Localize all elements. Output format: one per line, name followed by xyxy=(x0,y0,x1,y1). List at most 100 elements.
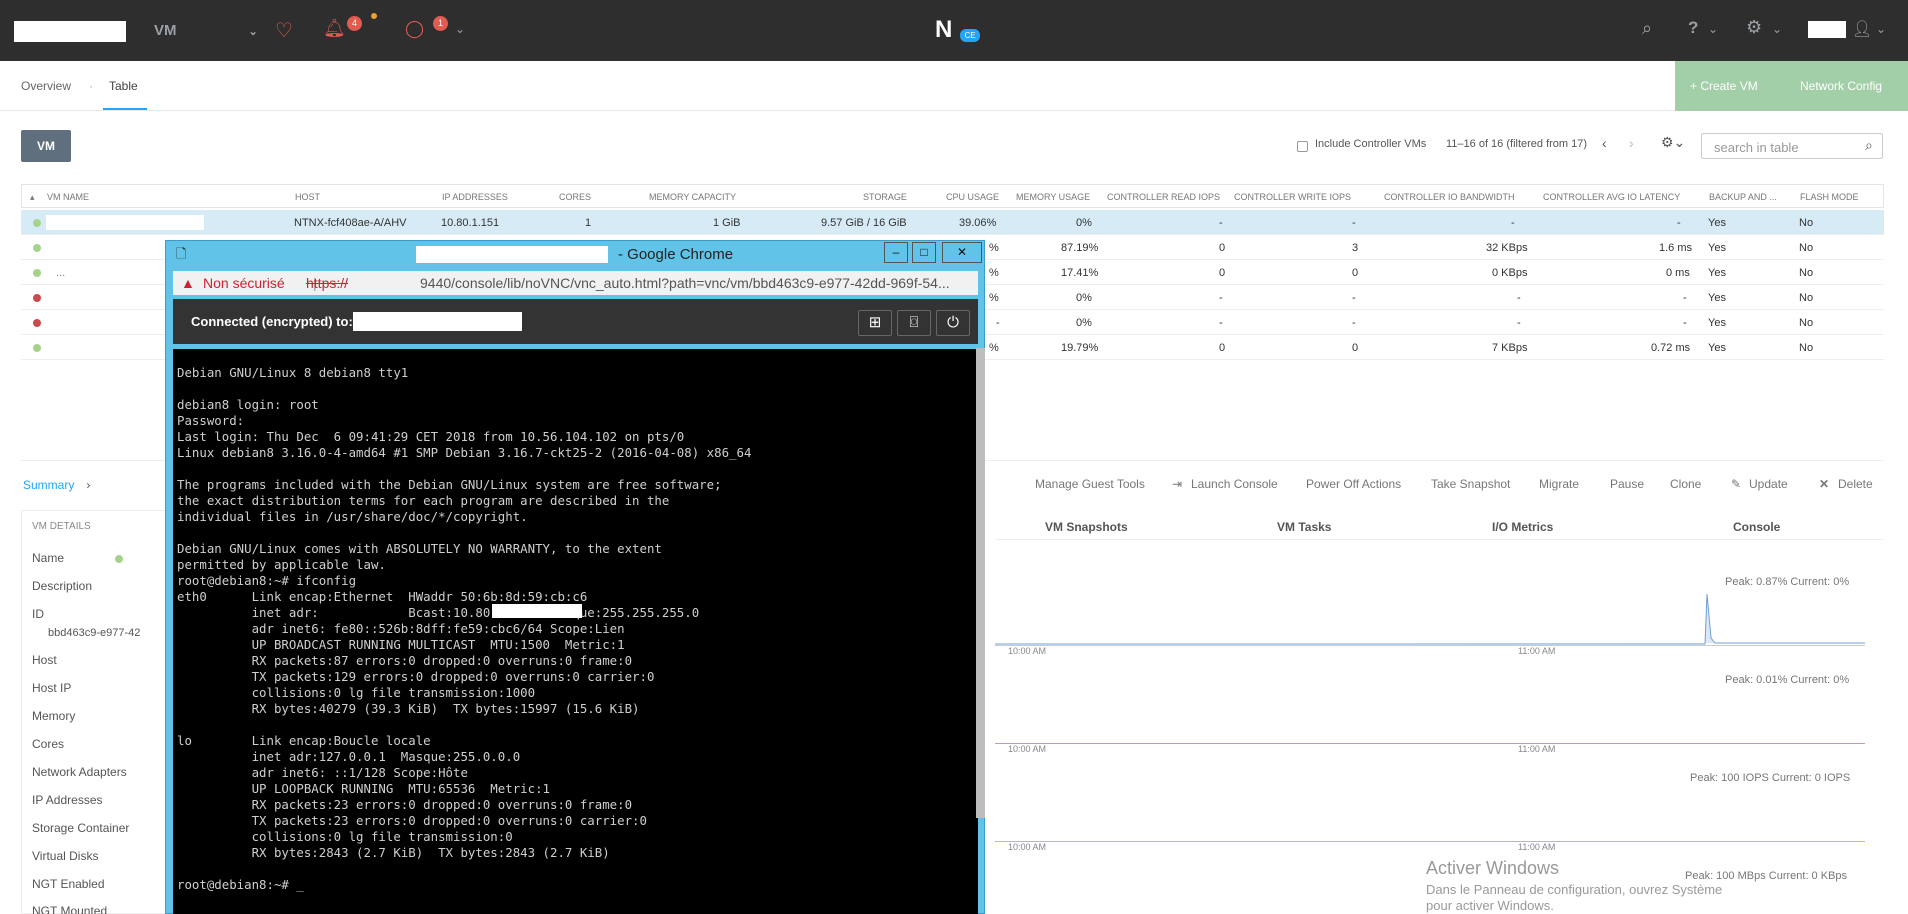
chevron-down-icon[interactable]: ⌄ xyxy=(1708,22,1718,36)
col-vm-name[interactable]: VM NAME xyxy=(47,192,89,202)
terminal-line: permitted by applicable law. xyxy=(177,557,386,572)
update-button[interactable]: Update xyxy=(1749,477,1788,491)
cell-mem-usage: 0% xyxy=(1076,217,1092,229)
cell-vm-name[interactable]: ... xyxy=(56,267,65,279)
cell-cpu: % xyxy=(989,242,999,254)
close-button[interactable]: ✕ xyxy=(942,242,982,263)
bell-icon[interactable]: 🔔︎ xyxy=(323,18,346,39)
scrollbar-thumb[interactable] xyxy=(976,348,985,818)
col-memory-capacity[interactable]: MEMORY CAPACITY xyxy=(649,192,736,202)
address-bar[interactable]: ▲ Non sécurisé | https:// 9440/console/l… xyxy=(173,271,978,295)
search-icon[interactable]: ⌕ xyxy=(1865,137,1873,154)
chevron-down-icon[interactable]: ⌄ xyxy=(455,22,465,36)
status-dot xyxy=(33,219,41,227)
tasks-icon[interactable]: ◯ xyxy=(405,19,424,39)
cell-memory: 1 GiB xyxy=(713,217,741,229)
tick-label: 10:00 AM xyxy=(1008,744,1047,754)
detail-label: Virtual Disks xyxy=(32,849,99,863)
launch-console-button[interactable]: Launch Console xyxy=(1191,477,1278,491)
col-flash-mode[interactable]: FLASH MODE xyxy=(1800,192,1859,202)
power-off-actions-button[interactable]: Power Off Actions xyxy=(1306,477,1401,491)
cluster-name-box[interactable] xyxy=(14,21,126,42)
pause-button[interactable]: Pause xyxy=(1610,477,1644,491)
col-cores[interactable]: CORES xyxy=(559,192,591,202)
col-ctrl-io-bandwidth[interactable]: CONTROLLER IO BANDWIDTH xyxy=(1384,192,1515,202)
chrome-title-bar[interactable]: 🗋︎ - Google Chrome – □ ✕ xyxy=(166,241,986,266)
search-icon[interactable]: ⌕ xyxy=(1642,18,1652,39)
not-secure-label[interactable]: Non sécurisé xyxy=(203,271,285,295)
col-ctrl-read-iops[interactable]: CONTROLLER READ IOPS xyxy=(1107,192,1220,202)
tasks-badge: 1 xyxy=(433,16,448,31)
next-page-icon[interactable]: › xyxy=(1629,135,1634,151)
cpu-series xyxy=(995,593,1865,645)
clone-button[interactable]: Clone xyxy=(1670,477,1701,491)
tick-label: 11:00 AM xyxy=(1518,744,1556,754)
cell-cpu: - xyxy=(996,317,1000,329)
cell-host[interactable]: NTNX-fcf408ae-A/AHV xyxy=(294,217,406,229)
detail-label: Cores xyxy=(32,737,65,751)
col-memory-usage[interactable]: MEMORY USAGE xyxy=(1016,192,1090,202)
gear-icon[interactable]: ⚙ xyxy=(1746,17,1762,38)
tab-table[interactable]: Table xyxy=(109,79,138,93)
power-icon[interactable]: ⏻ xyxy=(936,310,970,336)
col-ctrl-avg-latency[interactable]: CONTROLLER AVG IO LATENCY xyxy=(1543,192,1680,202)
cpu-peak-readout: Peak: 0.87% Current: 0% xyxy=(1725,576,1850,588)
cell-bandwidth: 7 KBps xyxy=(1492,342,1528,354)
cell-cpu: % xyxy=(989,267,999,279)
tab-vm-snapshots[interactable]: VM Snapshots xyxy=(1045,520,1128,534)
cell-flash: No xyxy=(1799,342,1814,354)
tick-label: 10:00 AM xyxy=(1008,842,1047,852)
sort-asc-icon[interactable]: ▴ xyxy=(30,192,35,203)
terminal-line: Debian GNU/Linux 8 debian8 tty1 xyxy=(177,365,409,380)
col-ctrl-write-iops[interactable]: CONTROLLER WRITE IOPS xyxy=(1234,192,1351,202)
terminal-screen[interactable]: Debian GNU/Linux 8 debian8 tty1 debian8 l… xyxy=(173,349,978,914)
minimize-button[interactable]: – xyxy=(884,242,908,263)
camera-icon[interactable]: ⌼ xyxy=(897,310,931,336)
chevron-down-icon[interactable]: ⌄ xyxy=(1772,22,1782,36)
sub-nav: Overview · Table + Create VM Network Con… xyxy=(0,61,1908,111)
tab-io-metrics[interactable]: I/O Metrics xyxy=(1492,520,1553,534)
cell-write-iops: 0 xyxy=(1352,342,1359,354)
col-storage[interactable]: STORAGE xyxy=(863,192,907,202)
health-icon[interactable]: ♡ xyxy=(275,18,293,43)
migrate-button[interactable]: Migrate xyxy=(1539,477,1579,491)
launch-console-icon[interactable]: ⇥ xyxy=(1172,477,1182,491)
col-backup[interactable]: BACKUP AND ... xyxy=(1709,192,1777,202)
manage-guest-tools-button[interactable]: Manage Guest Tools xyxy=(1035,477,1145,491)
network-config-button[interactable]: Network Config xyxy=(1800,79,1882,93)
table-row[interactable]: NTNX-fcf408ae-A/AHV 10.80.1.151 1 1 GiB … xyxy=(21,210,1884,235)
table-settings-icon[interactable]: ⚙⌄ xyxy=(1661,134,1685,151)
cell-mem-usage: 17.41% xyxy=(1061,267,1099,279)
vm-type-button[interactable]: VM xyxy=(21,130,71,162)
tab-overview[interactable]: Overview xyxy=(21,79,71,93)
maximize-button[interactable]: □ xyxy=(912,242,936,263)
close-icon[interactable]: ✕ xyxy=(1819,477,1829,491)
tab-vm-tasks[interactable]: VM Tasks xyxy=(1277,520,1331,534)
chevron-down-icon[interactable]: ⌄ xyxy=(1876,22,1886,36)
tab-console[interactable]: Console xyxy=(1733,520,1780,534)
user-icon[interactable]: 👤︎ xyxy=(1852,19,1872,39)
host-redacted xyxy=(353,312,522,331)
help-icon[interactable]: ? xyxy=(1688,18,1698,38)
col-ip[interactable]: IP ADDRESSES xyxy=(442,192,508,202)
cell-write-iops: - xyxy=(1352,317,1356,329)
summary-link[interactable]: Summary › xyxy=(23,478,90,492)
terminal-line: lo Link encap:Boucle locale xyxy=(177,733,431,748)
pencil-icon[interactable]: ✎ xyxy=(1731,477,1741,491)
tick-label: 11:00 AM xyxy=(1518,842,1556,852)
cell-bandwidth: 0 KBps xyxy=(1492,267,1528,279)
section-dropdown[interactable]: VM ⌄ xyxy=(154,22,258,39)
user-name-box[interactable] xyxy=(1808,21,1846,38)
create-vm-button[interactable]: + Create VM xyxy=(1690,79,1758,93)
delete-button[interactable]: Delete xyxy=(1838,477,1873,491)
take-snapshot-button[interactable]: Take Snapshot xyxy=(1431,477,1510,491)
include-cvms-checkbox[interactable] xyxy=(1297,141,1308,152)
detail-label: Name xyxy=(32,551,65,565)
col-host[interactable]: HOST xyxy=(295,192,320,202)
prev-page-icon[interactable]: ‹ xyxy=(1602,135,1607,151)
network-icon[interactable]: ⊞ xyxy=(858,310,892,336)
col-cpu-usage[interactable]: CPU USAGE xyxy=(946,192,999,202)
search-input[interactable]: search in table xyxy=(1701,133,1883,159)
cell-backup: Yes xyxy=(1708,292,1726,304)
